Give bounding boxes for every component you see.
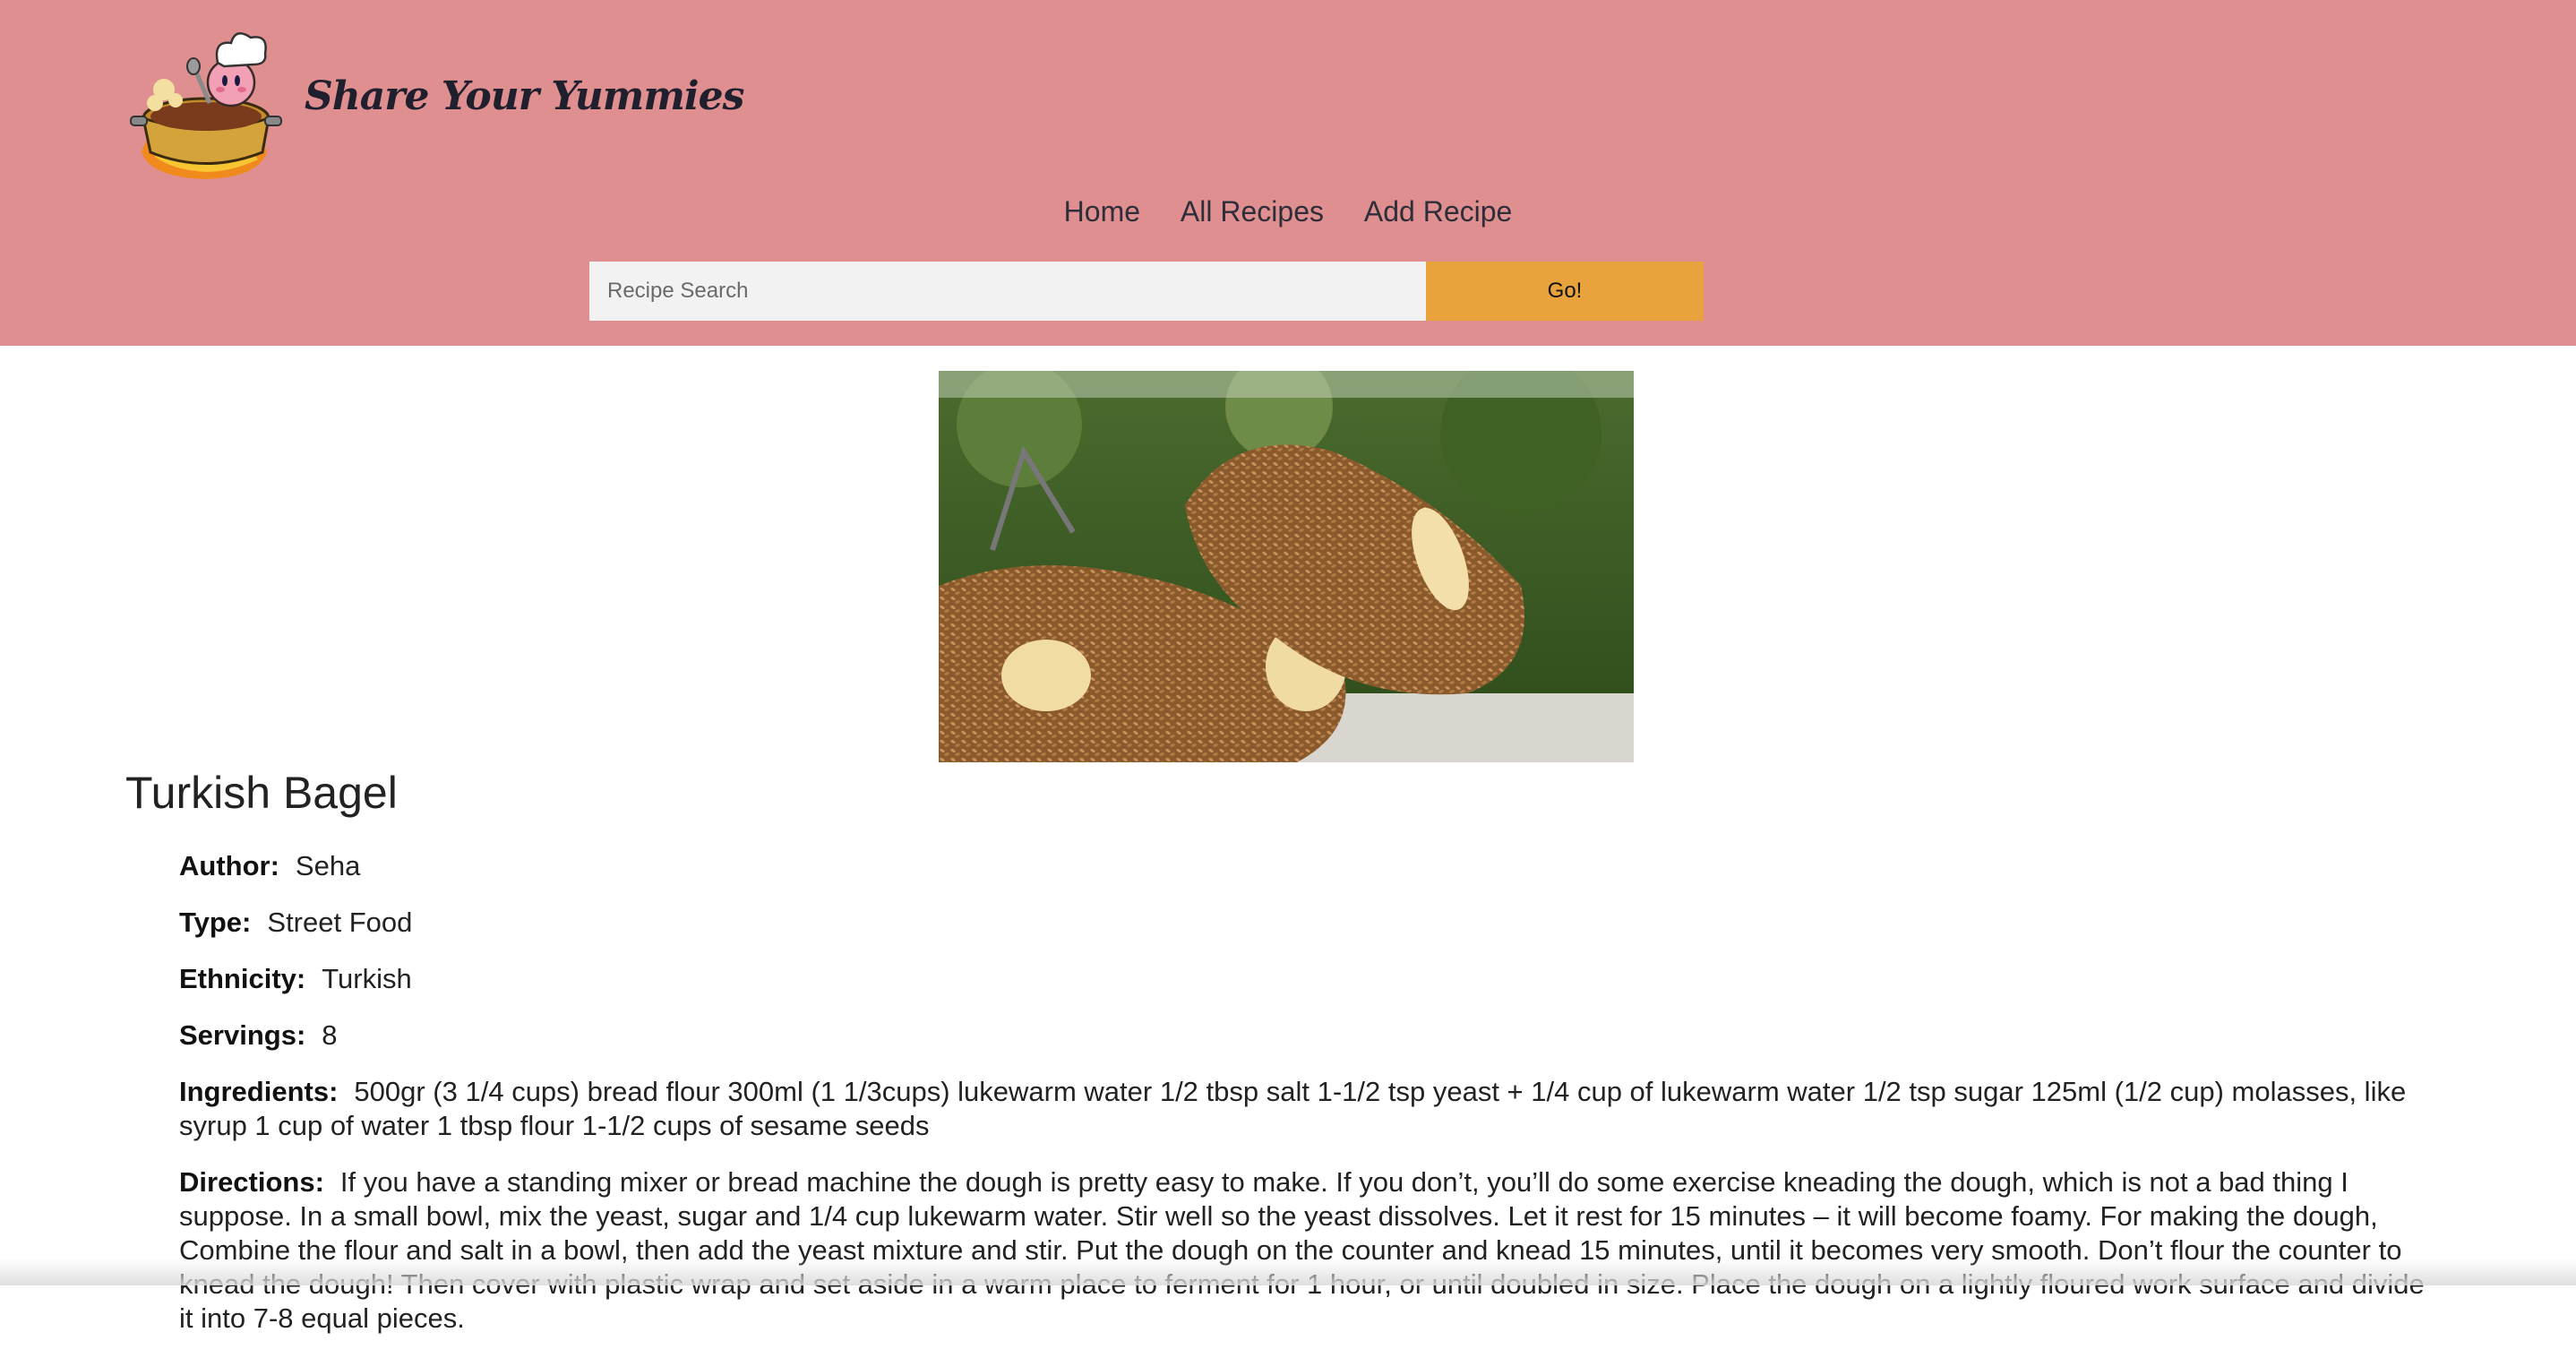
main-nav: Home All Recipes Add Recipe bbox=[0, 195, 2576, 228]
servings-row: Servings: 8 bbox=[179, 1018, 2445, 1053]
search-go-button[interactable]: Go! bbox=[1426, 262, 1704, 321]
author-row: Author: Seha bbox=[179, 849, 2445, 883]
ethnicity-row: Ethnicity: Turkish bbox=[179, 962, 2445, 996]
ethnicity-value: Turkish bbox=[322, 963, 412, 994]
site-brand-name[interactable]: Share Your Yummies bbox=[305, 73, 744, 119]
recipe-photo bbox=[939, 371, 1634, 762]
scroll-fade bbox=[0, 1259, 2576, 1285]
recipe-title: Turkish Bagel bbox=[125, 768, 398, 818]
directions-row: Directions: If you have a standing mixer … bbox=[179, 1165, 2445, 1336]
ethnicity-label: Ethnicity: bbox=[179, 963, 306, 994]
nav-home-link[interactable]: Home bbox=[1064, 195, 1140, 228]
servings-label: Servings: bbox=[179, 1019, 306, 1051]
directions-label: Directions: bbox=[179, 1166, 324, 1198]
ingredients-label: Ingredients: bbox=[179, 1076, 339, 1107]
nav-add-recipe-link[interactable]: Add Recipe bbox=[1364, 195, 1512, 228]
author-label: Author: bbox=[179, 850, 279, 881]
servings-value: 8 bbox=[322, 1019, 338, 1051]
recipe-search-input[interactable] bbox=[589, 262, 1426, 321]
type-row: Type: Street Food bbox=[179, 906, 2445, 940]
site-header: Share Your Yummies Home All Recipes Add … bbox=[0, 0, 2576, 346]
nav-all-recipes-link[interactable]: All Recipes bbox=[1181, 195, 1324, 228]
type-value: Street Food bbox=[267, 907, 413, 938]
type-label: Type: bbox=[179, 907, 252, 938]
chef-cooking-pot-icon[interactable] bbox=[124, 18, 289, 184]
directions-value: If you have a standing mixer or bread ma… bbox=[179, 1166, 2425, 1334]
ingredients-row: Ingredients: 500gr (3 1/4 cups) bread flo… bbox=[179, 1075, 2445, 1143]
ingredients-value: 500gr (3 1/4 cups) bread flour 300ml (1 … bbox=[179, 1076, 2407, 1141]
author-value: Seha bbox=[295, 850, 361, 881]
